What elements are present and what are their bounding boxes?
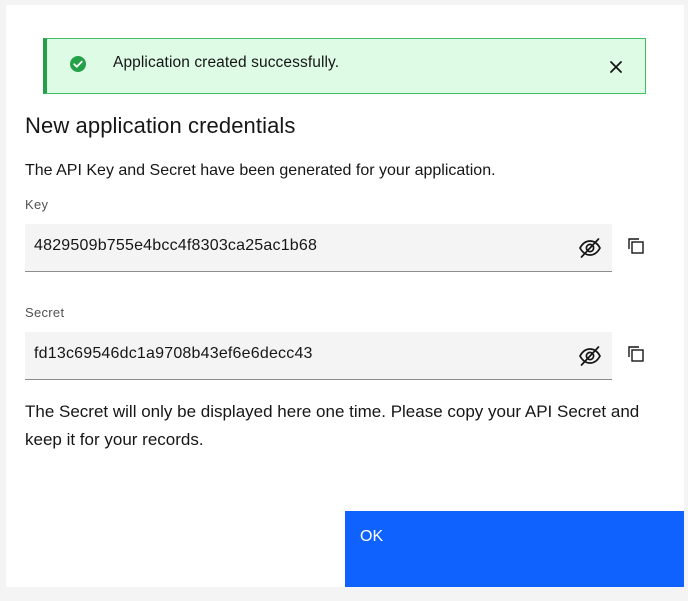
view-off-icon[interactable] [578, 344, 602, 368]
checkmark-filled-icon [69, 55, 87, 73]
secret-value: fd13c69546dc1a9708b43ef6e6decc43 [34, 345, 313, 362]
close-icon[interactable] [607, 58, 625, 76]
dialog-title: New application credentials [25, 113, 296, 138]
secret-label: Secret [25, 305, 65, 320]
secret-field[interactable]: fd13c69546dc1a9708b43ef6e6decc43 [25, 332, 612, 380]
key-value: 4829509b755e4bcc4f8303ca25ac1b68 [34, 237, 318, 254]
ok-button-label: OK [360, 528, 384, 545]
dialog-description: The API Key and Secret have been generat… [25, 162, 496, 179]
secret-warning-text: The Secret will only be displayed here o… [25, 402, 640, 449]
ok-button[interactable]: OK [345, 511, 684, 587]
view-off-icon[interactable] [578, 236, 602, 260]
key-label: Key [25, 197, 49, 212]
notification-message: Application created successfully. [113, 54, 340, 71]
credentials-modal: Application created successfully. New ap… [6, 5, 684, 587]
copy-key-icon[interactable] [626, 236, 646, 256]
key-field[interactable]: 4829509b755e4bcc4f8303ca25ac1b68 [25, 224, 612, 272]
success-notification: Application created successfully. [43, 38, 646, 94]
copy-secret-icon[interactable] [626, 344, 646, 364]
